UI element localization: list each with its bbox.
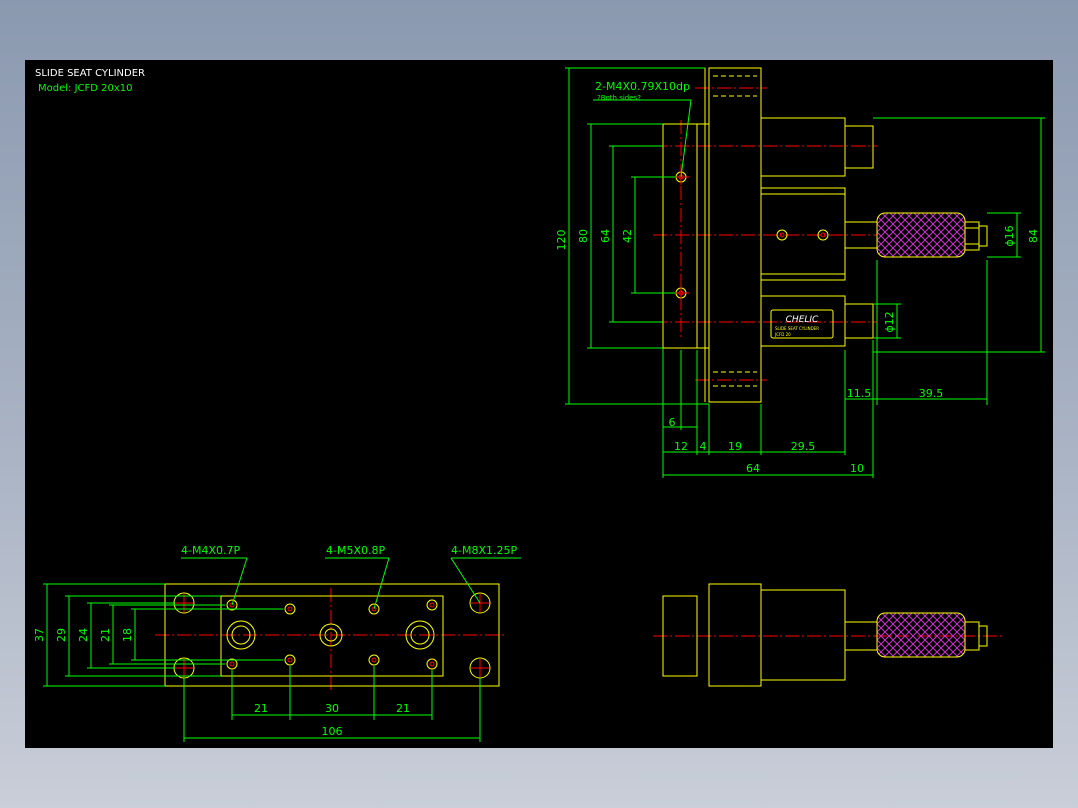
callout-m4: 4-M4X0.7P xyxy=(181,544,240,557)
cad-drawing: SLIDE SEAT CYLINDER Model: JCFD 20x10 CH… xyxy=(33,67,1045,742)
knurled-knob xyxy=(876,212,966,258)
thread-callout: 2-M4X0.79X10dp xyxy=(595,80,690,93)
dim-106: 106 xyxy=(322,725,343,738)
dim-30: 30 xyxy=(325,702,339,715)
dim-120: 120 xyxy=(555,230,568,251)
dim-21-right: 21 xyxy=(396,702,410,715)
brand-label: CHELIC xyxy=(786,315,819,325)
dim-29-5: 29.5 xyxy=(791,440,816,453)
dim-dia-12: ϕ12 xyxy=(883,311,896,332)
dim-24: 24 xyxy=(77,628,90,642)
drawing-sheet: SLIDE SEAT CYLINDER Model: JCFD 20x10 CH… xyxy=(25,60,1053,748)
dim-dia-16: ϕ16 xyxy=(1003,225,1016,246)
drawing-title: SLIDE SEAT CYLINDER xyxy=(35,68,145,79)
bottom-view: 37 29 24 21 18 21 30 21 106 4-M4X0.7P 4-… xyxy=(33,544,521,742)
dim-39-5: 39.5 xyxy=(919,387,944,400)
dim-64-horizontal: 64 xyxy=(746,462,760,475)
callout-m5: 4-M5X0.8P xyxy=(326,544,385,557)
dim-42: 42 xyxy=(621,229,634,243)
front-view xyxy=(653,583,1005,687)
dim-84: 84 xyxy=(1027,229,1040,243)
dim-64-vertical: 64 xyxy=(599,229,612,243)
dim-37: 37 xyxy=(33,628,46,642)
dim-21-vertical: 21 xyxy=(99,628,112,642)
dim-21-left: 21 xyxy=(254,702,268,715)
dim-19: 19 xyxy=(728,440,742,453)
dim-4: 4 xyxy=(700,440,707,453)
dim-29: 29 xyxy=(55,628,68,642)
plate-text-1: SLIDE SEAT CYLINDER xyxy=(775,326,819,331)
plate-text-2: JCFD 20 xyxy=(774,332,791,337)
dim-6: 6 xyxy=(669,416,676,429)
callout-m8: 4-M8X1.25P xyxy=(451,544,517,557)
dim-12: 12 xyxy=(674,440,688,453)
side-view: CHELIC SLIDE SEAT CYLINDER JCFD 20 120 8… xyxy=(555,67,1045,478)
dim-11-5: 11.5 xyxy=(847,387,872,400)
thread-callout-note: ?Both sides? xyxy=(597,94,641,102)
dim-18: 18 xyxy=(121,628,134,642)
dim-10: 10 xyxy=(850,462,864,475)
model-label: Model: JCFD 20x10 xyxy=(38,83,133,94)
dim-80: 80 xyxy=(577,229,590,243)
